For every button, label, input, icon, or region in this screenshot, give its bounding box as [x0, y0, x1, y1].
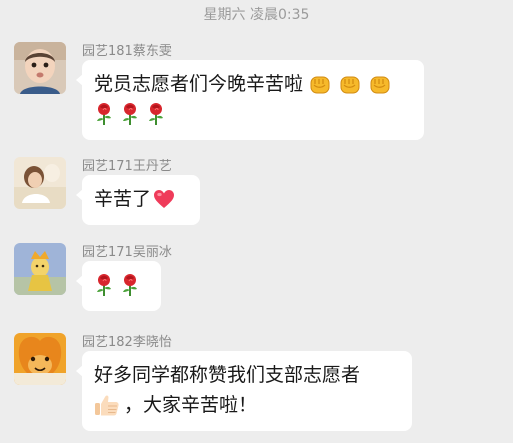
avatar[interactable]	[14, 42, 66, 94]
sender-name: 园艺181蔡东雯	[82, 44, 172, 59]
message-bubble[interactable]	[76, 261, 161, 311]
chat-message: 园艺181蔡东雯 党员志愿者们今晚辛苦啦	[14, 42, 504, 142]
orange-cartoon-avatar-icon	[14, 333, 66, 385]
message-text: 党员志愿者们今晚辛苦啦	[94, 73, 304, 95]
cartoon-avatar-icon	[14, 243, 66, 295]
chat-message: 园艺171吴丽冰	[14, 243, 504, 313]
heart-icon	[153, 189, 175, 209]
message-bubble[interactable]: 好多同学都称赞我们支部志愿者 ，大家辛苦啦！	[76, 351, 412, 431]
fist-icon	[339, 73, 361, 95]
message-text: 辛苦了	[94, 188, 152, 210]
avatar[interactable]	[14, 333, 66, 385]
rose-icon	[120, 102, 140, 126]
sender-name: 园艺171吴丽冰	[82, 245, 172, 260]
chat-timestamp: 星期六 凌晨0:35	[203, 7, 310, 23]
message-text-line-1: 好多同学都称赞我们支部志愿者	[94, 364, 361, 386]
rose-icon	[94, 102, 114, 126]
message-text-line-2: ，大家辛苦啦！	[124, 394, 258, 416]
sender-name: 园艺182李晓怡	[82, 335, 172, 350]
rose-icon	[146, 102, 166, 126]
sender-name: 园艺171王丹艺	[82, 159, 172, 174]
rose-icon	[94, 273, 114, 297]
rose-icon	[120, 273, 140, 297]
chat-message: 园艺182李晓怡 好多同学都称赞我们支部志愿者 ，大家辛苦啦！	[14, 333, 504, 433]
avatar[interactable]	[14, 157, 66, 209]
message-bubble[interactable]: 辛苦了	[76, 175, 200, 225]
chat-message: 园艺171王丹艺 辛苦了	[14, 157, 504, 227]
fist-icon	[369, 73, 391, 95]
fist-icon	[309, 73, 331, 95]
avatar[interactable]	[14, 243, 66, 295]
photo-avatar-icon	[14, 157, 66, 209]
thumbs-up-icon	[94, 393, 120, 417]
message-bubble[interactable]: 党员志愿者们今晚辛苦啦	[76, 60, 424, 140]
child-avatar-icon	[14, 42, 66, 94]
